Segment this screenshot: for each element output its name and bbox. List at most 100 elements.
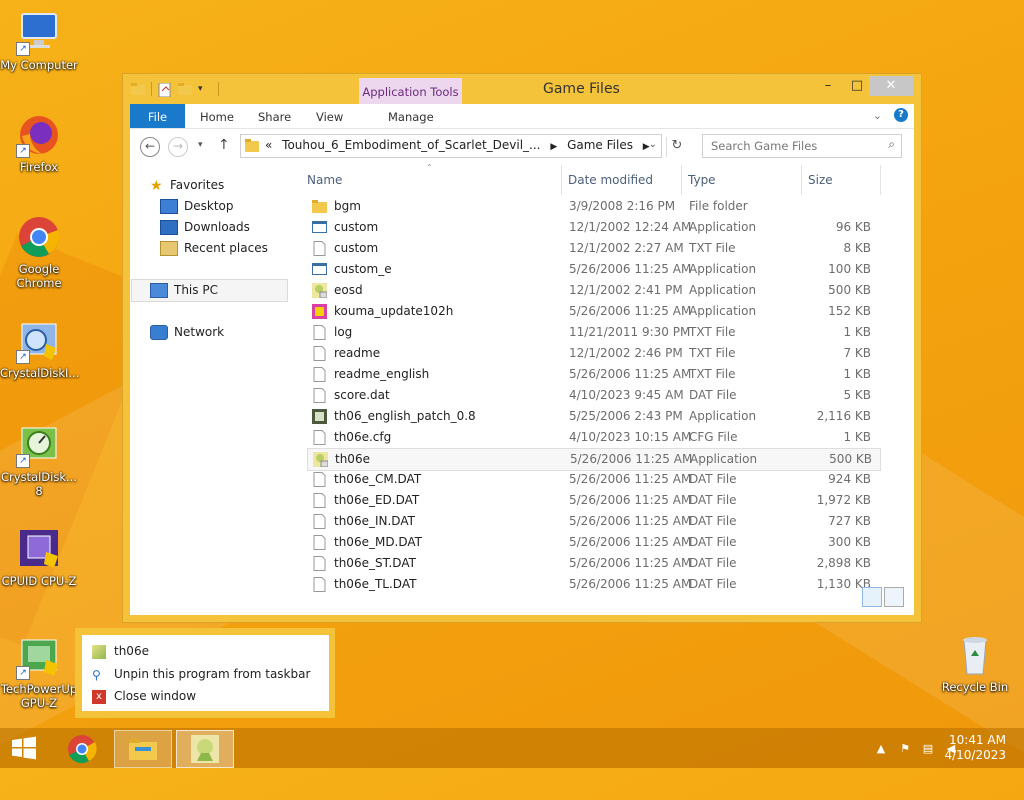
close-icon: x: [92, 689, 106, 704]
desktop-icon-gpuz[interactable]: ↗ TechPowerUp GPU-Z: [0, 634, 78, 710]
file-name: readme_english: [334, 367, 430, 381]
file-row[interactable]: bgm 3/9/2008 2:16 PM File folder: [307, 196, 879, 217]
nav-this-pc[interactable]: This PC: [150, 280, 218, 300]
file-type: DAT File: [689, 556, 737, 570]
clock[interactable]: 10:41 AM 4/10/2023: [944, 733, 1006, 763]
file-row[interactable]: kouma_update102h 5/26/2006 11:25 AM Applic…: [307, 301, 879, 322]
file-name: th06e.cfg: [334, 430, 392, 444]
search-placeholder: Search Game Files: [711, 139, 818, 153]
close-button[interactable]: ✕: [869, 76, 913, 96]
jumplist-app-th06e[interactable]: th06e: [92, 641, 149, 661]
quick-access-toolbar: ▾: [131, 82, 219, 98]
column-header-size[interactable]: Size: [808, 173, 833, 187]
taskbar-chrome[interactable]: [56, 730, 112, 766]
context-tab-application-tools[interactable]: Application Tools: [359, 78, 462, 104]
clock-time: 10:41 AM: [949, 733, 1006, 747]
tab-manage[interactable]: Manage: [388, 104, 434, 128]
file-size: 2,116 KB: [816, 409, 871, 423]
file-row[interactable]: custom_e 5/26/2006 11:25 AM Application 100…: [307, 259, 879, 280]
column-header-type[interactable]: Type: [688, 173, 716, 187]
up-arrow-icon[interactable]: ↑: [218, 137, 230, 153]
computer-icon: [150, 283, 168, 298]
address-overflow[interactable]: «: [265, 138, 272, 152]
breadcrumb-touhou[interactable]: Touhou_6_Embodiment_of_Scarlet_Devil_...: [282, 138, 540, 152]
title-bar[interactable]: ▾ Application Tools Game Files – □ ✕: [123, 74, 921, 104]
file-row[interactable]: eosd 12/1/2002 2:41 PM Application 500 KB: [307, 280, 879, 301]
back-button[interactable]: ←: [140, 137, 160, 157]
large-icons-view-icon[interactable]: [884, 587, 904, 607]
file-date: 5/26/2006 11:25 AM: [569, 514, 692, 528]
desktop-icon-crystaldiskmark[interactable]: ↗ CrystalDisk... 8: [0, 422, 78, 498]
desktop-icon-my-computer[interactable]: ↗ My Computer: [0, 10, 78, 72]
start-button[interactable]: [0, 730, 48, 766]
desktop-icon-chrome[interactable]: Google Chrome: [0, 214, 78, 290]
nav-recent-places[interactable]: Recent places: [160, 238, 268, 258]
desktop-icon-crystaldiskinfo[interactable]: ↗ CrystalDiskI...: [0, 318, 79, 380]
address-bar[interactable]: « Touhou_6_Embodiment_of_Scarlet_Devil_.…: [240, 134, 662, 158]
desktop-icon-firefox[interactable]: ↗ Firefox: [0, 112, 78, 174]
file-row[interactable]: th06e_CM.DAT 5/26/2006 11:25 AM DAT File 92…: [307, 469, 879, 490]
file-row[interactable]: log 11/21/2011 9:30 PM TXT File 1 KB: [307, 322, 879, 343]
tab-share[interactable]: Share: [258, 104, 291, 128]
view-switcher: [862, 587, 904, 607]
file-size: 5 KB: [843, 388, 871, 402]
taskbar-th06e[interactable]: [176, 730, 234, 768]
maximize-button[interactable]: □: [843, 76, 871, 96]
desktop-icon-recycle-bin[interactable]: Recycle Bin: [936, 632, 1014, 694]
tab-view[interactable]: View: [316, 104, 343, 128]
properties-icon[interactable]: [158, 82, 172, 98]
file-type: DAT File: [689, 535, 737, 549]
column-header-date[interactable]: Date modified: [568, 173, 653, 187]
file-row[interactable]: custom 12/1/2002 2:27 AM TXT File 8 KB: [307, 238, 879, 259]
address-dropdown-icon[interactable]: ⌄: [649, 139, 657, 150]
forward-button[interactable]: →: [168, 137, 188, 157]
downloads-icon: [160, 220, 178, 235]
file-row[interactable]: custom 12/1/2002 12:24 AM Application 96 KB: [307, 217, 879, 238]
desktop-icon-cpuz[interactable]: CPUID CPU-Z: [0, 526, 78, 588]
network-status-icon[interactable]: ▤: [921, 742, 935, 756]
details-view-icon[interactable]: [862, 587, 882, 607]
column-header-name[interactable]: Name: [307, 173, 342, 187]
file-row[interactable]: th06e_TL.DAT 5/26/2006 11:25 AM DAT File 1,…: [307, 574, 879, 595]
nav-network[interactable]: Network: [150, 322, 224, 342]
nav-desktop[interactable]: Desktop: [160, 196, 234, 216]
file-icon: [312, 493, 327, 508]
help-icon[interactable]: ?: [894, 108, 908, 122]
file-row[interactable]: readme 12/1/2002 2:46 PM TXT File 7 KB: [307, 343, 879, 364]
file-row[interactable]: th06e_MD.DAT 5/26/2006 11:25 AM DAT File 30…: [307, 532, 879, 553]
show-hidden-icons[interactable]: ▲: [874, 742, 888, 756]
expand-ribbon-icon[interactable]: ⌄: [873, 109, 882, 122]
file-date: 5/26/2006 11:25 AM: [569, 472, 692, 486]
minimize-button[interactable]: –: [814, 76, 842, 96]
file-row[interactable]: th06e 5/26/2006 11:25 AM Application 500 KB: [307, 448, 881, 471]
explorer-window[interactable]: ▾ Application Tools Game Files – □ ✕ Fil…: [123, 74, 921, 622]
tab-home[interactable]: Home: [200, 104, 234, 128]
file-row[interactable]: score.dat 4/10/2023 9:45 AM DAT File 5 KB: [307, 385, 879, 406]
refresh-icon[interactable]: ↻: [666, 137, 687, 157]
taskbar-file-explorer[interactable]: [114, 730, 172, 768]
crystaldiskinfo-icon: ↗: [16, 318, 62, 364]
jumplist-unpin[interactable]: ⚲ Unpin this program from taskbar: [92, 664, 310, 684]
file-row[interactable]: th06e_IN.DAT 5/26/2006 11:25 AM DAT File 72…: [307, 511, 879, 532]
breadcrumb-game-files[interactable]: Game Files: [567, 138, 633, 152]
customize-qat-icon[interactable]: ▾: [198, 83, 212, 95]
nav-favorites[interactable]: ★ Favorites: [150, 175, 224, 195]
new-folder-icon[interactable]: [178, 83, 192, 95]
nav-downloads[interactable]: Downloads: [160, 217, 250, 237]
file-row[interactable]: th06e.cfg 4/10/2023 10:15 AM CFG File 1 KB: [307, 427, 879, 448]
tab-file[interactable]: File: [130, 104, 185, 128]
file-row[interactable]: th06e_ST.DAT 5/26/2006 11:25 AM DAT File 2,…: [307, 553, 879, 574]
file-row[interactable]: readme_english 5/26/2006 11:25 AM TXT File…: [307, 364, 879, 385]
file-type: Application: [690, 452, 758, 466]
action-center-icon[interactable]: ⚑: [898, 742, 912, 756]
search-input[interactable]: Search Game Files ⌕: [702, 134, 902, 158]
file-row[interactable]: th06e_ED.DAT 5/26/2006 11:25 AM DAT File 1,…: [307, 490, 879, 511]
file-date: 5/26/2006 11:25 AM: [569, 304, 692, 318]
file-date: 5/26/2006 11:25 AM: [570, 452, 693, 466]
jumplist-close-window[interactable]: x Close window: [92, 686, 196, 706]
file-row[interactable]: th06_english_patch_0.8 5/25/2006 2:43 PM A…: [307, 406, 879, 427]
recycle-bin-icon: [952, 632, 998, 678]
search-icon[interactable]: ⌕: [888, 137, 895, 152]
recent-locations-icon[interactable]: ▾: [198, 140, 203, 150]
file-icon: [312, 514, 327, 529]
